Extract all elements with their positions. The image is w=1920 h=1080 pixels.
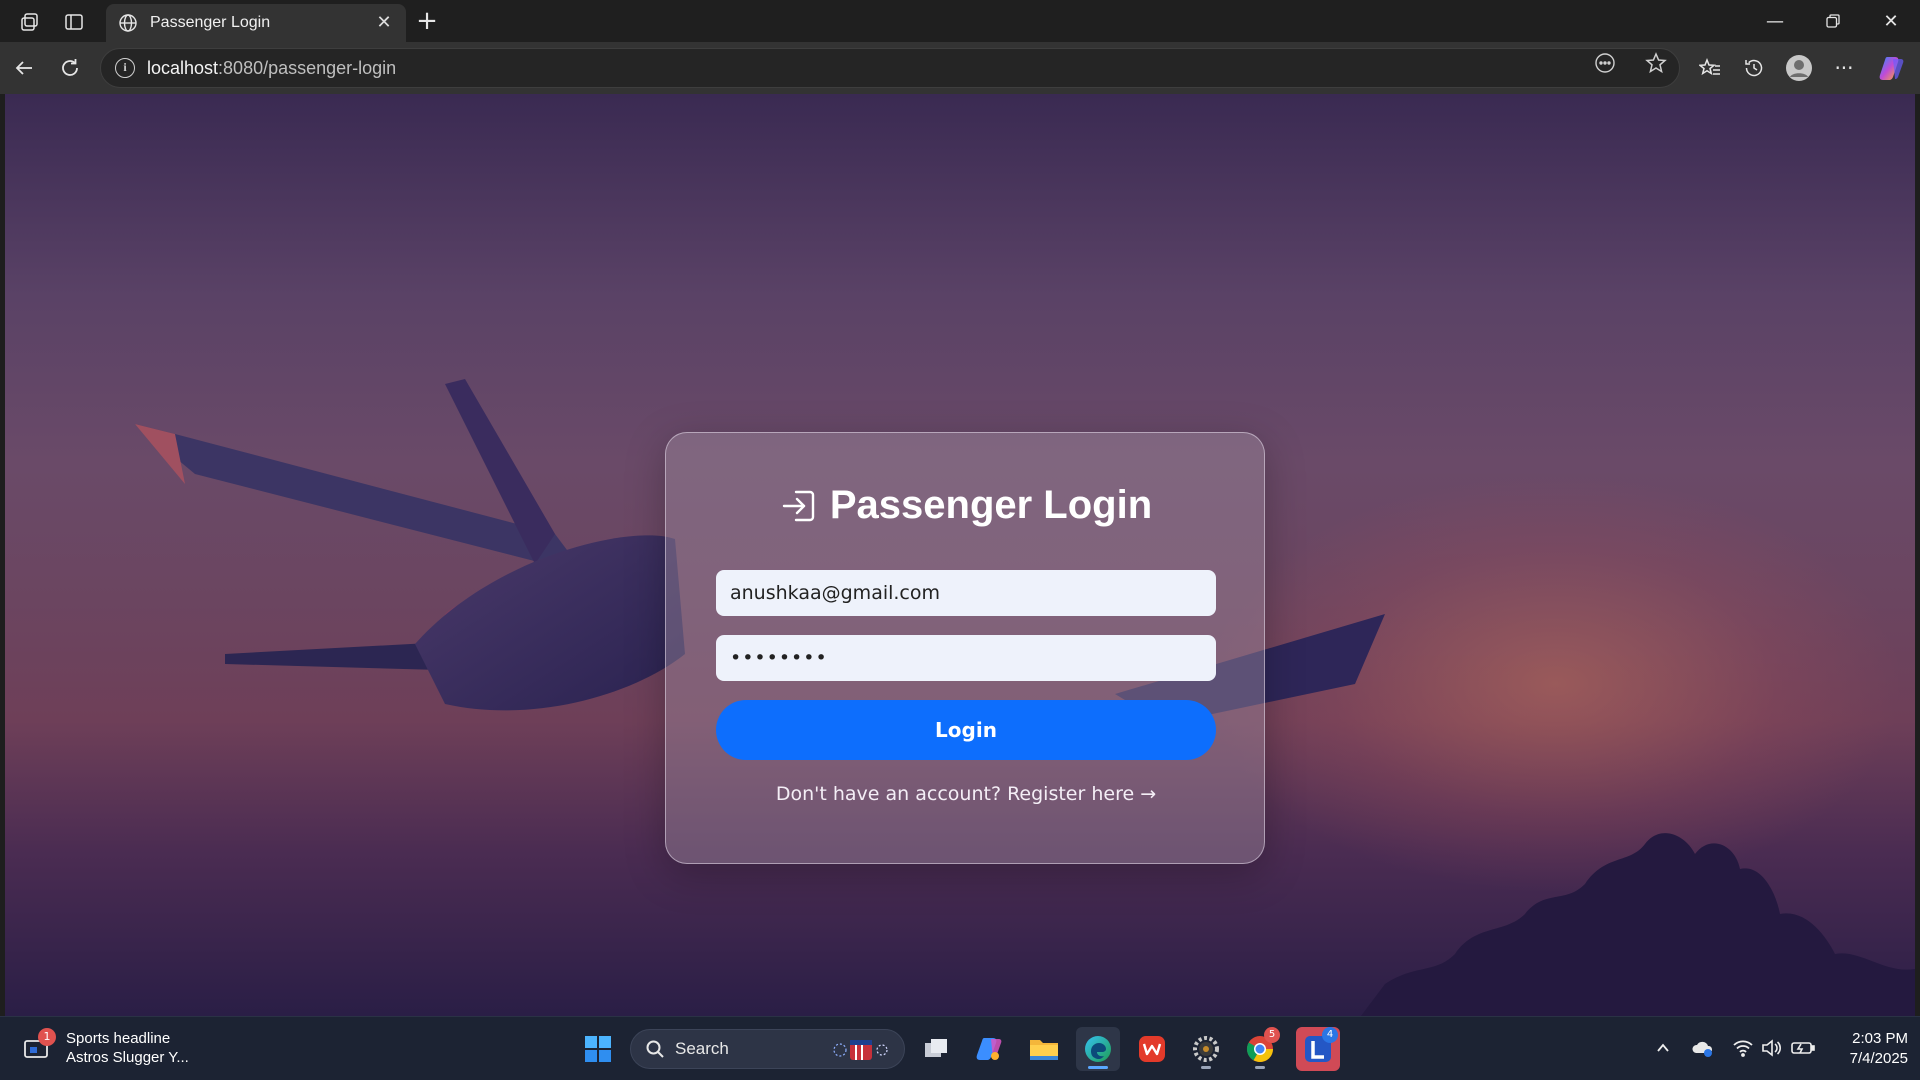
clock-date: 7/4/2025	[1849, 1050, 1908, 1067]
search-icon	[646, 1040, 664, 1058]
app-badge: 4	[1322, 1027, 1338, 1043]
favorites-icon[interactable]	[1694, 52, 1726, 84]
edge-active-indicator	[1088, 1066, 1108, 1069]
close-icon[interactable]: ✕	[374, 13, 394, 33]
settings-running-indicator	[1201, 1066, 1211, 1069]
news-widget[interactable]: 1 Sports headline Astros Slugger Y...	[22, 1028, 189, 1067]
history-icon[interactable]	[1738, 52, 1770, 84]
url-text[interactable]: localhost:8080/passenger-login	[147, 58, 396, 79]
chevron-up-icon[interactable]	[1650, 1035, 1676, 1061]
cloud-silhouette	[1361, 833, 1915, 1016]
onedrive-icon[interactable]	[1690, 1035, 1716, 1061]
file-explorer-icon[interactable]	[1022, 1027, 1066, 1071]
chrome-running-indicator	[1255, 1066, 1265, 1069]
info-icon[interactable]: i	[115, 58, 135, 78]
battery-icon[interactable]	[1790, 1035, 1816, 1061]
workspaces-icon[interactable]	[16, 8, 44, 36]
profile-icon[interactable]	[1783, 52, 1815, 84]
windows-start-icon[interactable]	[576, 1027, 620, 1071]
system-clock[interactable]: 2:03 PM 7/4/2025	[1828, 1029, 1908, 1069]
refresh-icon[interactable]	[54, 52, 86, 84]
browser-tab-bar: Passenger Login ✕ + — ✕	[0, 0, 1920, 42]
register-link-row: Don't have an account? Register here →	[666, 783, 1266, 805]
copilot-taskbar-icon[interactable]	[968, 1027, 1012, 1071]
register-link[interactable]: Don't have an account? Register here →	[776, 783, 1156, 805]
holiday-search-art	[833, 1040, 888, 1060]
reading-icon[interactable]	[1592, 50, 1618, 76]
new-tab-icon[interactable]: +	[412, 6, 442, 36]
tab-title: Passenger Login	[150, 14, 271, 31]
chrome-icon[interactable]: 5	[1238, 1027, 1282, 1071]
settings-gear-icon[interactable]	[1184, 1027, 1228, 1071]
volume-icon[interactable]	[1758, 1035, 1784, 1061]
password-field[interactable]	[716, 635, 1216, 681]
page-title: Passenger Login	[666, 483, 1266, 528]
minimize-icon[interactable]: —	[1746, 0, 1804, 42]
wifi-icon[interactable]	[1730, 1035, 1756, 1061]
globe-icon	[119, 14, 137, 32]
widget-subtitle: Astros Slugger Y...	[66, 1049, 189, 1066]
widget-badge: 1	[38, 1028, 56, 1046]
browser-nav-bar: i localhost:8080/passenger-login ···	[0, 42, 1920, 94]
tab-passenger-login[interactable]: Passenger Login ✕	[106, 4, 406, 42]
task-view-icon[interactable]	[914, 1027, 958, 1071]
window-close-icon[interactable]: ✕	[1862, 0, 1920, 42]
chrome-badge: 5	[1264, 1027, 1280, 1043]
clock-time: 2:03 PM	[1852, 1030, 1908, 1047]
learning-app-icon[interactable]: 4	[1296, 1027, 1340, 1071]
login-card: Passenger Login Login Don't have an acco…	[665, 432, 1265, 864]
widget-title: Sports headline	[66, 1030, 171, 1047]
copilot-icon[interactable]	[1876, 52, 1908, 84]
login-icon	[782, 490, 815, 521]
more-icon[interactable]: ···	[1828, 52, 1860, 84]
taskbar: 1 Sports headline Astros Slugger Y... Se…	[0, 1016, 1920, 1080]
login-title-text: Passenger Login	[829, 483, 1153, 527]
news-widget-icon: 1	[22, 1028, 56, 1064]
page-viewport: Passenger Login Login Don't have an acco…	[5, 94, 1915, 1016]
favorite-star-icon[interactable]	[1643, 50, 1669, 76]
tab-actions-icon[interactable]	[60, 8, 88, 36]
edge-icon[interactable]	[1076, 1027, 1120, 1071]
taskbar-search[interactable]: Search	[630, 1029, 905, 1069]
search-label: Search	[675, 1039, 729, 1058]
back-icon[interactable]	[8, 52, 40, 84]
restore-icon[interactable]	[1804, 0, 1862, 42]
email-field[interactable]	[716, 570, 1216, 616]
wps-office-icon[interactable]	[1130, 1027, 1174, 1071]
login-button[interactable]: Login	[716, 700, 1216, 760]
address-bar[interactable]: i localhost:8080/passenger-login	[100, 48, 1680, 88]
